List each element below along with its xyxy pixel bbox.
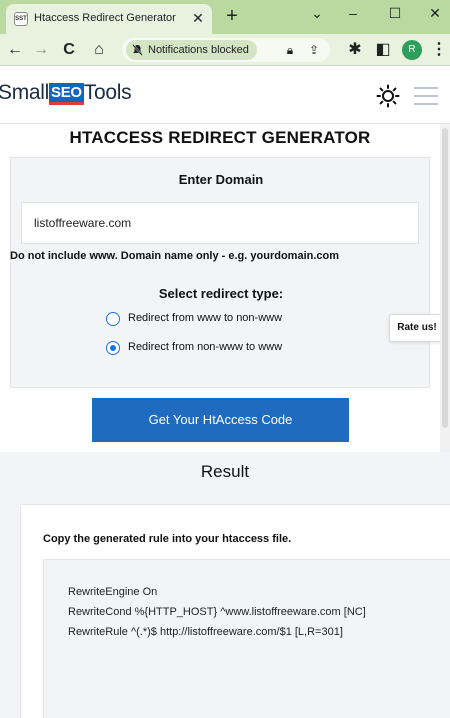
hamburger-icon[interactable] [414, 87, 438, 105]
scrollbar-thumb[interactable] [442, 128, 448, 428]
logo-suffix: Tools [83, 81, 132, 104]
sidepanel-icon[interactable]: ◧ [372, 39, 394, 61]
window-close-icon[interactable]: ✕ [418, 0, 450, 28]
logo-prefix: Small [0, 81, 50, 104]
radio-label: Redirect from non-www to www [128, 341, 283, 353]
scrollbar[interactable] [440, 124, 450, 452]
reload-icon[interactable]: C [58, 39, 80, 61]
more-vert-icon[interactable]: ⋮ [428, 39, 450, 61]
share-icon[interactable]: ⇪ [304, 40, 324, 60]
code-line: RewriteRule ^(.*)$ http://listoffreeware… [68, 626, 343, 638]
favicon-icon: SST [14, 12, 28, 26]
tool-panel: Enter Domain Select redirect type: Redir… [10, 157, 430, 388]
radio-label: Redirect from www to non-www [128, 312, 283, 324]
result-card: Copy the generated rule into your htacce… [20, 504, 450, 718]
get-htaccess-code-button[interactable]: Get Your HtAccess Code [92, 398, 349, 442]
browser-tabstrip: SST Htaccess Redirect Generator ✕ + ⌄ – … [0, 0, 450, 34]
radio-button[interactable] [106, 312, 120, 326]
rate-us-button[interactable]: Rate us! [389, 314, 445, 342]
domain-hint: Do not include www. Domain name only - e… [10, 250, 340, 262]
logo-seo: SEO [49, 83, 84, 105]
result-instruction: Copy the generated rule into your htacce… [43, 533, 292, 545]
domain-heading: Enter Domain [178, 172, 264, 187]
generated-code-box[interactable]: RewriteEngine On RewriteCond %{HTTP_HOST… [43, 559, 450, 718]
browser-toolbar: ← → C ⌂ Notifications blocked 🔒︎ ⇪ ✱ ◧ R… [0, 34, 450, 66]
address-bar[interactable]: Notifications blocked 🔒︎ ⇪ [122, 38, 330, 62]
notifications-blocked-label: Notifications blocked [148, 44, 249, 56]
minimize-icon[interactable]: – [336, 0, 370, 28]
domain-input[interactable] [21, 202, 419, 244]
site-header: Small SEOTools [0, 66, 450, 124]
close-icon[interactable]: ✕ [190, 10, 206, 26]
lock-icon[interactable]: 🔒︎ [280, 40, 300, 60]
plus-icon[interactable]: + [222, 6, 242, 26]
chevron-down-icon[interactable]: ⌄ [300, 0, 334, 28]
radio-button-checked[interactable] [106, 341, 120, 355]
forward-arrow-icon[interactable]: → [30, 39, 52, 61]
puzzle-icon[interactable]: ✱ [344, 39, 366, 61]
code-line: RewriteEngine On [68, 586, 158, 598]
result-section: Result Copy the generated rule into your… [0, 452, 450, 718]
browser-tab[interactable]: SST Htaccess Redirect Generator ✕ [6, 4, 212, 34]
restore-icon[interactable]: ☐ [378, 0, 412, 28]
result-title: Result [200, 462, 250, 481]
tab-title: Htaccess Redirect Generator [34, 12, 176, 24]
bell-off-icon [132, 44, 143, 56]
back-arrow-icon[interactable]: ← [4, 39, 26, 61]
home-icon[interactable]: ⌂ [88, 39, 110, 61]
profile-avatar[interactable]: R [402, 40, 422, 60]
redirect-type-heading: Select redirect type: [158, 286, 284, 301]
code-line: RewriteCond %{HTTP_HOST} ^www.listoffree… [68, 606, 366, 618]
page-title: HTACCESS REDIRECT GENERATOR [69, 128, 371, 147]
notifications-blocked-chip[interactable]: Notifications blocked [126, 40, 257, 60]
sun-icon[interactable] [376, 84, 400, 108]
site-logo[interactable]: Small SEOTools [0, 81, 132, 105]
